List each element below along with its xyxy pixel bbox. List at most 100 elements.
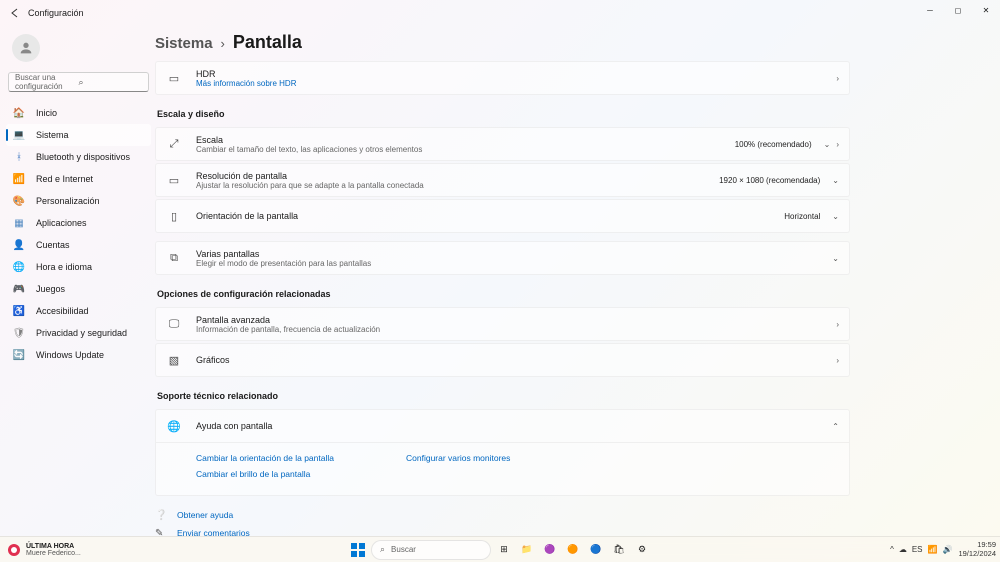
orientation-value: Horizontal [784, 212, 820, 221]
help-icon: ❔ [155, 510, 169, 521]
advanced-display-card[interactable]: 🖵 Pantalla avanzada Información de panta… [155, 307, 850, 341]
hdr-title: HDR [196, 69, 830, 79]
nav-label: Accesibilidad [36, 306, 89, 316]
section-scale-title: Escala y diseño [157, 109, 850, 119]
search-icon: ⌕ [380, 544, 385, 555]
hdr-link[interactable]: Más información sobre HDR [196, 79, 830, 88]
nav-label: Red e Internet [36, 174, 93, 184]
sidebar-item-aplicaciones[interactable]: ▦Aplicaciones [6, 212, 151, 234]
nav-label: Personalización [36, 196, 100, 206]
orientation-card[interactable]: ▯ Orientación de la pantalla Horizontal … [155, 199, 850, 233]
nav-icon: 🎨 [12, 194, 26, 208]
help-display-card[interactable]: 🌐 Ayuda con pantalla ⌃ [155, 409, 850, 443]
nav-icon: ♿ [12, 304, 26, 318]
settings-icon[interactable]: ⚙ [632, 540, 652, 560]
chevron-down-icon[interactable]: ⌄ [832, 176, 839, 185]
sidebar-item-sistema[interactable]: 💻 Sistema [6, 124, 151, 146]
chevron-up-icon[interactable]: ⌃ [832, 422, 839, 431]
help-link-orientation[interactable]: Cambiar la orientación de la pantalla [196, 453, 406, 463]
sidebar-item-red-e-internet[interactable]: 📶Red e Internet [6, 168, 151, 190]
wifi-icon[interactable]: 📶 [928, 545, 938, 554]
help-link-brightness[interactable]: Cambiar el brillo de la pantalla [196, 469, 406, 479]
sidebar-item-bluetooth-y-dispositivos[interactable]: ᚼBluetooth y dispositivos [6, 146, 151, 168]
nav-label: Bluetooth y dispositivos [36, 152, 130, 162]
taskbar-search[interactable]: ⌕ Buscar [371, 540, 491, 560]
multi-display-card[interactable]: ⧉ Varias pantallas Elegir el modo de pre… [155, 241, 850, 275]
taskbar-clock[interactable]: 19:59 19/12/2024 [958, 541, 996, 558]
task-view-button[interactable]: ⊞ [494, 540, 514, 560]
app-icon[interactable]: 🟣 [540, 540, 560, 560]
avatar-icon [12, 34, 40, 62]
store-icon[interactable]: 🛍 [609, 540, 629, 560]
edge-icon[interactable]: 🔵 [586, 540, 606, 560]
resolution-card[interactable]: ▭ Resolución de pantalla Ajustar la reso… [155, 163, 850, 197]
graphics-icon: ▧ [166, 352, 182, 368]
breadcrumb-parent[interactable]: Sistema [155, 35, 213, 52]
taskbar-widget[interactable]: ÚLTIMA HORA Muere Federico... [0, 537, 87, 562]
chevron-up-icon[interactable]: ^ [890, 545, 894, 554]
sidebar: Buscar una configuración ⌕ 🏠Inicio 💻 Siste… [0, 26, 155, 536]
nav-icon: ▦ [12, 216, 26, 230]
back-button[interactable] [6, 4, 24, 22]
sidebar-item-windows-update[interactable]: 🔄Windows Update [6, 344, 151, 366]
chevron-right-icon[interactable]: › [836, 140, 839, 149]
sidebar-item-cuentas[interactable]: 👤Cuentas [6, 234, 151, 256]
nav-icon: 💻 [12, 128, 26, 142]
resolution-value: 1920 × 1080 (recomendada) [719, 176, 820, 185]
chevron-right-icon: › [836, 74, 839, 83]
scale-card[interactable]: ⤢ Escala Cambiar el tamaño del texto, la… [155, 127, 850, 161]
chevron-down-icon[interactable]: ⌄ [832, 254, 839, 263]
news-icon [6, 542, 22, 558]
start-button[interactable] [348, 540, 368, 560]
nav-label: Sistema [36, 130, 69, 140]
nav-icon: 🎮 [12, 282, 26, 296]
nav-label: Windows Update [36, 350, 104, 360]
resolution-icon: ▭ [166, 172, 182, 188]
sidebar-item-inicio[interactable]: 🏠Inicio [6, 102, 151, 124]
system-tray[interactable]: ^ ☁ ES 📶 🔊 [890, 545, 952, 554]
nav-icon: 🏠 [12, 106, 26, 120]
graphics-card[interactable]: ▧ Gráficos › [155, 343, 850, 377]
explorer-icon[interactable]: 📁 [517, 540, 537, 560]
scale-icon: ⤢ [166, 136, 182, 152]
nav-label: Privacidad y seguridad [36, 328, 127, 338]
hdr-card[interactable]: ▭ HDR Más información sobre HDR › [155, 61, 850, 95]
section-related-title: Opciones de configuración relacionadas [157, 289, 850, 299]
chevron-down-icon[interactable]: ⌄ [824, 140, 831, 149]
sidebar-item-accesibilidad[interactable]: ♿ Accesibilidad [6, 300, 151, 322]
sidebar-item-hora-e-idioma[interactable]: 🌐Hora e idioma [6, 256, 151, 278]
chevron-down-icon[interactable]: ⌄ [832, 212, 839, 221]
nav-label: Cuentas [36, 240, 70, 250]
nav-label: Hora e idioma [36, 262, 92, 272]
sidebar-item-privacidad-y-seguridad[interactable]: 🛡 Privacidad y seguridad [6, 322, 151, 344]
nav-label: Juegos [36, 284, 65, 294]
user-profile[interactable] [12, 34, 151, 62]
page-title: Pantalla [233, 32, 302, 53]
taskbar: ÚLTIMA HORA Muere Federico... ⌕ Buscar ⊞… [0, 536, 1000, 562]
minimize-button[interactable]: ─ [916, 0, 944, 20]
sidebar-item-juegos[interactable]: 🎮 Juegos [6, 278, 151, 300]
help-link-multi[interactable]: Configurar varios monitores [406, 453, 616, 463]
help-expanded-body: Cambiar la orientación de la pantalla Ca… [155, 443, 850, 496]
feedback-icon: ✎ [155, 528, 169, 537]
section-support-title: Soporte técnico relacionado [157, 391, 850, 401]
send-feedback-link[interactable]: ✎ Enviar comentarios [155, 524, 850, 536]
search-icon: ⌕ [79, 77, 143, 88]
language-icon[interactable]: ES [912, 545, 923, 554]
chevron-right-icon: › [836, 320, 839, 329]
sidebar-item-personalización[interactable]: 🎨 Personalización [6, 190, 151, 212]
nav-icon: 🛡 [12, 326, 26, 340]
get-help-link[interactable]: ❔ Obtener ayuda [155, 506, 850, 524]
hdr-icon: ▭ [166, 70, 182, 86]
app-icon[interactable]: 🟠 [563, 540, 583, 560]
multi-display-icon: ⧉ [166, 250, 182, 266]
breadcrumb: Sistema › Pantalla [155, 32, 850, 53]
search-input[interactable]: Buscar una configuración ⌕ [8, 72, 149, 92]
orientation-icon: ▯ [166, 208, 182, 224]
volume-icon[interactable]: 🔊 [942, 545, 952, 554]
scale-value: 100% (recomendado) [735, 140, 812, 149]
close-button[interactable]: ✕ [972, 0, 1000, 20]
maximize-button[interactable]: ◻ [944, 0, 972, 20]
onedrive-icon[interactable]: ☁ [899, 545, 907, 554]
chevron-right-icon: › [221, 36, 225, 51]
